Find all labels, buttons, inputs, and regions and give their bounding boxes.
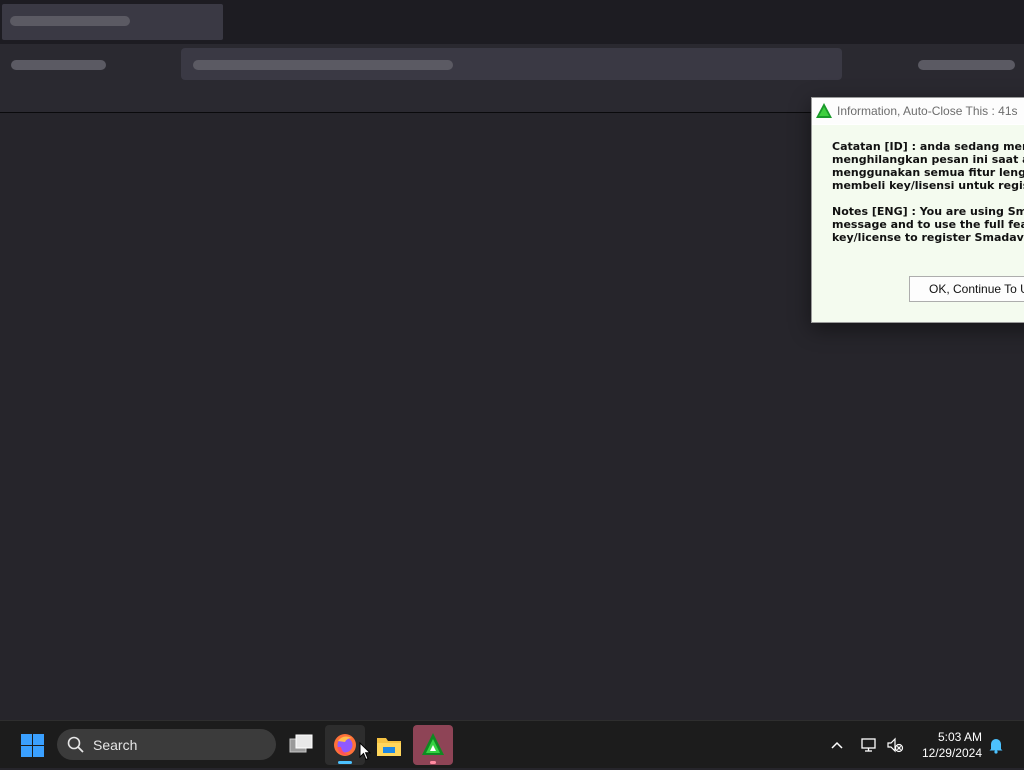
dialog-message-id-line-1: Catatan [ID] : anda sedang mengg	[832, 140, 1024, 153]
browser-tab[interactable]	[2, 4, 223, 40]
dialog-message-id-line-3: menggunakan semua fitur lengkap	[832, 166, 1024, 179]
task-view-icon	[289, 734, 313, 753]
smadav-logo-icon	[816, 103, 832, 118]
nav-buttons-placeholder	[11, 60, 106, 70]
address-placeholder	[193, 60, 453, 70]
windows-start-icon[interactable]	[21, 734, 44, 757]
search-label: Search	[93, 737, 138, 753]
toolbar-icons-placeholder	[918, 60, 1015, 70]
dialog-title-bar[interactable]: Information, Auto-Close This : 41s	[812, 98, 1024, 124]
smadav-taskbar-button[interactable]	[413, 725, 453, 765]
clock-time: 5:03 AM	[937, 730, 982, 744]
taskbar-search-box[interactable]: Search	[57, 729, 276, 760]
smadav-info-dialog: Information, Auto-Close This : 41s Catat…	[811, 97, 1024, 323]
dialog-message-eng-line-3: key/license to register Smadav Pr	[832, 231, 1024, 244]
volume-muted-icon[interactable]	[886, 736, 904, 754]
address-bar[interactable]	[181, 48, 842, 80]
browser-tab-bar	[0, 0, 1024, 44]
system-clock[interactable]: 5:03 AM 12/29/2024	[922, 729, 982, 761]
taskbar: Search 5:03 AM 12/29/2024	[0, 720, 1024, 768]
ok-continue-button[interactable]: OK, Continue To Us	[909, 276, 1024, 302]
file-explorer-icon	[377, 738, 401, 756]
file-explorer-taskbar-button[interactable]	[369, 725, 409, 765]
dialog-message-eng-line-2: message and to use the full featur	[832, 218, 1024, 231]
task-view-button[interactable]	[281, 725, 321, 765]
smadav-icon	[422, 733, 444, 755]
chevron-up-icon[interactable]	[829, 737, 845, 753]
dialog-message-eng-line-1: Notes [ENG] : You are using Smada	[832, 205, 1024, 218]
dialog-message-id-line-2: menghilangkan pesan ini saat awa	[832, 153, 1024, 166]
firefox-active-indicator	[338, 761, 352, 764]
tab-title-placeholder	[10, 16, 130, 26]
dialog-title: Information, Auto-Close This : 41s	[837, 104, 1018, 118]
clock-date: 12/29/2024	[921, 746, 982, 760]
search-icon	[67, 736, 84, 753]
dialog-body: Catatan [ID] : anda sedang mengg menghil…	[812, 125, 1024, 322]
notification-bell-icon[interactable]	[988, 736, 1004, 754]
mouse-cursor-icon	[359, 742, 371, 761]
smadav-indicator	[430, 761, 436, 764]
network-icon[interactable]	[860, 736, 878, 754]
dialog-message-id-line-4: membeli key/lisensi untuk registr	[832, 179, 1024, 192]
